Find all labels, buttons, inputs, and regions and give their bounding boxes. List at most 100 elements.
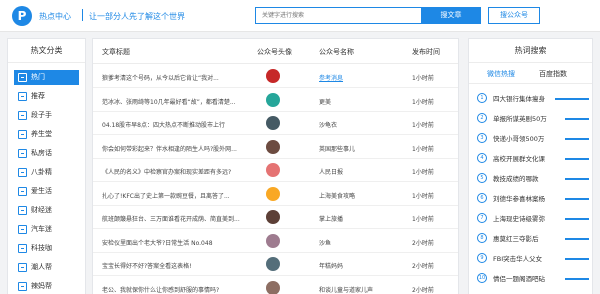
hot-word-item[interactable]: 7 上海现史诗级雾弥 — [477, 211, 589, 225]
brand-title[interactable]: 热点中心 — [39, 11, 71, 22]
category-icon — [18, 206, 27, 215]
sidebar-item[interactable]: 爱生活 — [14, 184, 79, 199]
publish-time: 1小时前 — [412, 98, 434, 106]
publish-time: 1小时前 — [412, 169, 434, 176]
hot-word-label: 单报所谋英剧50万 — [493, 115, 547, 123]
sidebar-item[interactable]: 八卦精 — [14, 165, 79, 180]
account-name[interactable]: 人民日报 — [319, 167, 379, 176]
hot-word-item[interactable]: 8 惠莫红三夺影后 — [477, 231, 589, 245]
account-avatar[interactable] — [266, 139, 280, 154]
category-icon — [18, 225, 27, 234]
article-title-link[interactable]: 你会如何带彩起来？伴水相逢的陌生人吗?股外网... — [102, 144, 252, 153]
hot-words-panel: 热词搜索 微信热搜 百度指数 1 四大银行集体瘦身 2 单报所谋英剧50万 3 快递小哥领… — [468, 38, 593, 294]
article-title-link[interactable]: 狼爹考清这个号码，从今以后它肯让“我对... — [102, 73, 252, 82]
hot-word-item[interactable]: 6 刘德华参喜林案杨 — [477, 191, 589, 205]
table-row[interactable]: 宝宝长得好不好?答案全看这表格! 年糕妈妈 2小时前 — [93, 254, 458, 276]
category-icon — [18, 111, 27, 120]
account-avatar[interactable] — [266, 233, 280, 248]
sidebar-item[interactable]: 养生堂 — [14, 127, 79, 142]
article-title-link[interactable]: 老公、我就保你什么让你感到舒服的事情吗? — [102, 285, 252, 294]
rank-badge: 1 — [477, 93, 487, 103]
sidebar-item[interactable]: 汽车迷 — [14, 222, 79, 237]
account-name[interactable]: 沙鱼 — [319, 238, 379, 247]
account-avatar[interactable] — [266, 163, 280, 177]
rank-badge: 7 — [477, 213, 487, 223]
sidebar-item-label: 辣妈帮 — [31, 282, 52, 290]
account-name[interactable]: 英国那些事儿 — [319, 144, 379, 153]
account-name[interactable]: 年糕妈妈 — [319, 261, 379, 270]
sidebar-item[interactable]: 推荐 — [14, 89, 79, 104]
sidebar-item[interactable]: 辣妈帮 — [14, 279, 79, 294]
table-row[interactable]: 老公、我就保你什么让你感到舒服的事情吗? 和谈儿童与道家儿声 2小时前 — [93, 278, 458, 294]
table-row[interactable]: 范冰冰、张雨绮等10几年最好看“故”，都看清楚... 更美 1小时前 — [93, 90, 458, 112]
tab-wechat-hot[interactable]: 微信热搜 — [487, 69, 515, 79]
account-name[interactable]: 更美 — [319, 97, 379, 106]
account-avatar[interactable] — [266, 257, 280, 271]
table-row[interactable]: 《人民的名义》中检察官办案和现实差距有多远? 人民日报 1小时前 — [93, 160, 458, 182]
search-accounts-button[interactable]: 搜公众号 — [488, 7, 540, 24]
top-header: P 热点中心 让一部分人先了解这个世界 搜文章 搜公众号 — [0, 0, 600, 32]
sidebar-item[interactable]: 财经迷 — [14, 203, 79, 218]
sidebar-item-label: 潮人帮 — [31, 263, 52, 271]
account-name[interactable]: 沙龟衣 — [319, 120, 379, 129]
article-title-link[interactable]: 安检仪里面出个老大爷?日常生活 No.048 — [102, 238, 252, 247]
category-icon — [18, 73, 27, 82]
tab-baidu-index[interactable]: 百度指数 — [539, 69, 567, 79]
tab-divider — [469, 83, 592, 84]
search-articles-button[interactable]: 搜文章 — [421, 7, 481, 24]
hot-word-item[interactable]: 10 情侣一题阁酒吧砧 — [477, 271, 589, 285]
account-avatar[interactable] — [266, 186, 280, 201]
hot-word-item[interactable]: 1 四大银行集体瘦身 — [477, 91, 589, 105]
article-title-link[interactable]: 《人民的名义》中检察官办案和现实差距有多远? — [102, 167, 252, 176]
sidebar-item[interactable]: 热门 — [14, 70, 79, 85]
account-name[interactable]: 上海美食攻略 — [319, 191, 379, 200]
sidebar-item[interactable]: 科技咖 — [14, 241, 79, 256]
category-icon — [18, 282, 27, 291]
hot-word-item[interactable]: 9 FBI突击华人父女 — [477, 251, 589, 265]
hot-word-item[interactable]: 2 单报所谋英剧50万 — [477, 111, 589, 125]
hot-word-item[interactable]: 5 教技成绩的哪款 — [477, 171, 589, 185]
table-row[interactable]: 扎心了!KFC出了史上第一款豌豆餐，且离答了... 上海美食攻略 1小时前 — [93, 184, 458, 206]
account-name[interactable]: 参考消息 — [319, 73, 379, 82]
sidebar-item[interactable]: 私房话 — [14, 146, 79, 161]
sidebar-item-label: 科技咖 — [31, 244, 52, 252]
article-title-link[interactable]: 航班颠簸悬狂台、三万面谁看花开成荫、简直美到... — [102, 214, 252, 223]
account-name[interactable]: 和谈儿童与道家儿声 — [319, 285, 379, 294]
article-table: 文章标题 公众号头像 公众号名称 发布时间 狼爹考清这个号码，从今以后它肯让“我… — [92, 38, 459, 294]
table-row[interactable]: 狼爹考清这个号码，从今以后它肯让“我对... 参考消息 1小时前 — [93, 66, 458, 88]
table-row[interactable]: 你会如何带彩起来？伴水相逢的陌生人吗?股外网... 英国那些事儿 1小时前 — [93, 137, 458, 159]
sidebar-item[interactable]: 段子手 — [14, 108, 79, 123]
hot-index-bar — [565, 198, 589, 200]
account-avatar[interactable] — [266, 280, 280, 294]
publish-time: 1小时前 — [412, 192, 434, 200]
article-title-link[interactable]: 范冰冰、张雨绮等10几年最好看“故”，都看清楚... — [102, 97, 252, 106]
hot-word-label: 刘德华参喜林案杨 — [493, 195, 545, 203]
col-header-avatar: 公众号头像 — [257, 48, 292, 56]
hot-word-item[interactable]: 3 快递小哥领500万 — [477, 131, 589, 145]
sidebar-item-label: 段子手 — [31, 111, 52, 119]
hot-word-label: 惠莫红三夺影后 — [493, 235, 539, 243]
article-title-link[interactable]: 04.18股市早8点：四大热点不断推动股市上行 — [102, 120, 252, 129]
table-row[interactable]: 04.18股市早8点：四大热点不断推动股市上行 沙龟衣 1小时前 — [93, 113, 458, 135]
table-row[interactable]: 航班颠簸悬狂台、三万面谁看花开成荫、简直美到... 掌上旅播 1小时前 — [93, 207, 458, 229]
hot-word-item[interactable]: 4 高校开展群文化课 — [477, 151, 589, 165]
sidebar-item[interactable]: 潮人帮 — [14, 260, 79, 275]
logo-icon[interactable]: P — [12, 6, 32, 26]
article-title-link[interactable]: 宝宝长得好不好?答案全看这表格! — [102, 261, 252, 270]
hot-word-label: FBI突击华人父女 — [493, 255, 543, 263]
table-row[interactable]: 安检仪里面出个老大爷?日常生活 No.048 沙鱼 2小时前 — [93, 231, 458, 253]
account-name[interactable]: 掌上旅播 — [319, 214, 379, 223]
category-icon — [18, 263, 27, 272]
account-avatar[interactable] — [266, 210, 280, 224]
account-avatar[interactable] — [266, 92, 280, 107]
table-header-divider — [93, 63, 458, 64]
account-avatar[interactable] — [266, 116, 280, 130]
article-title-link[interactable]: 扎心了!KFC出了史上第一款豌豆餐，且离答了... — [102, 191, 252, 200]
rank-badge: 3 — [477, 133, 487, 143]
category-icon — [18, 244, 27, 253]
search-input[interactable] — [255, 7, 421, 24]
brand-divider — [82, 9, 83, 21]
rank-badge: 8 — [477, 233, 487, 243]
sidebar-item-label: 私房话 — [31, 149, 52, 157]
account-avatar[interactable] — [266, 69, 280, 83]
